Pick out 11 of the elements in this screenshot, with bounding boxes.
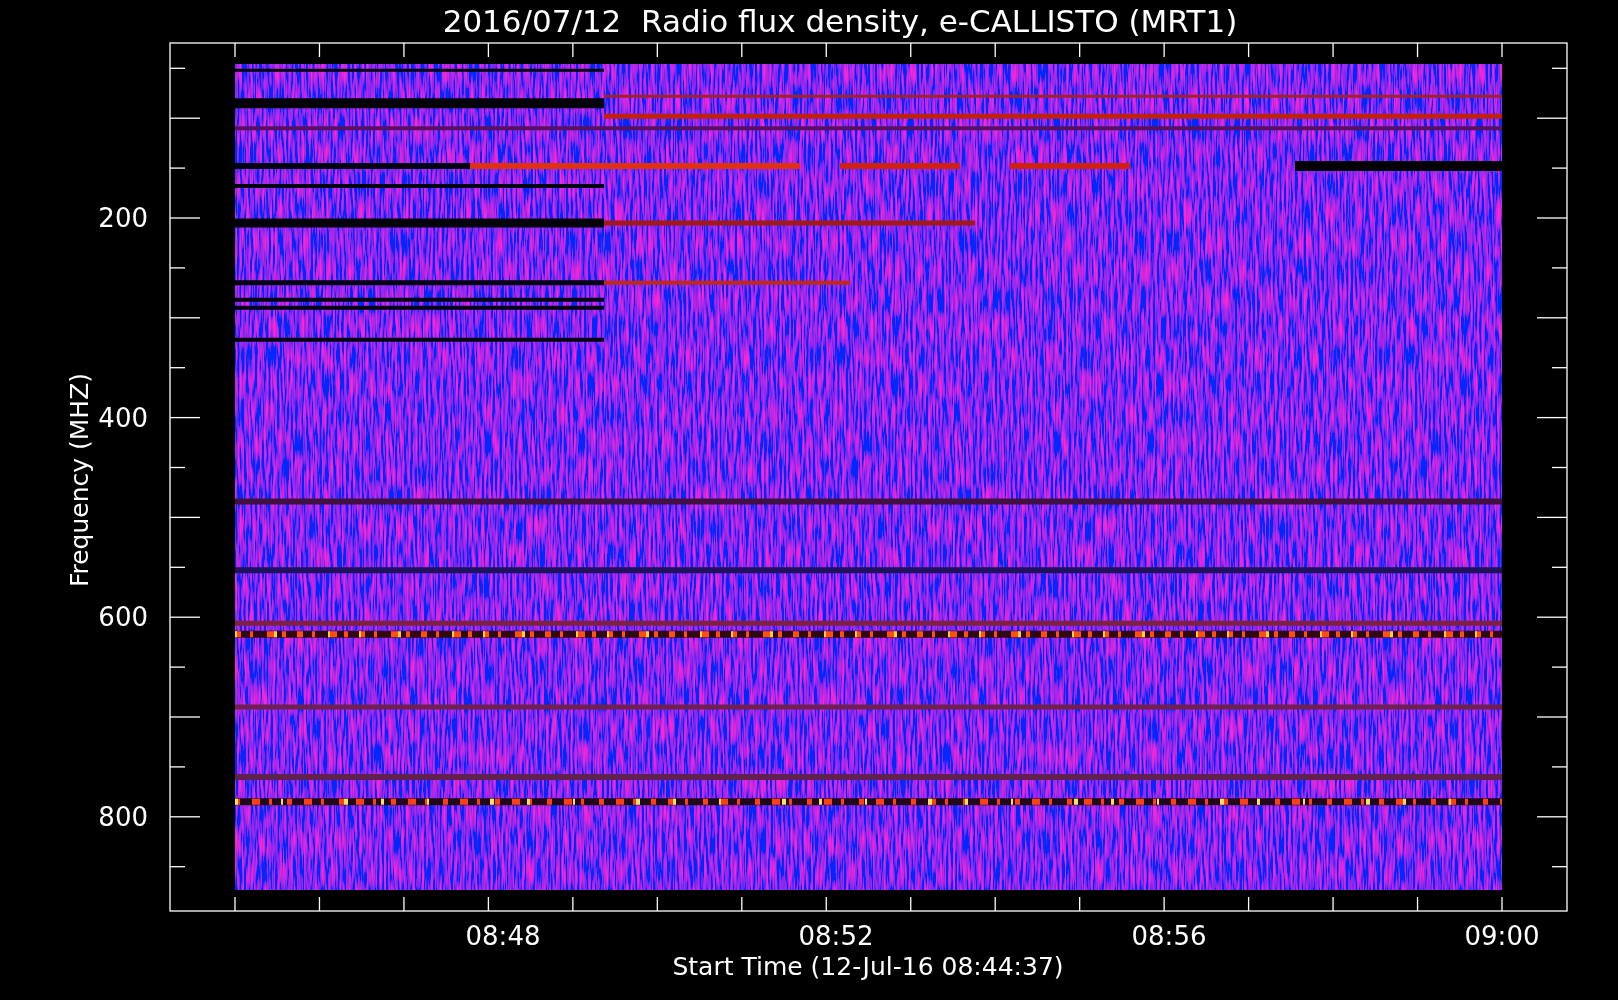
axis-tick-label: 800	[98, 801, 148, 832]
y-axis-label: Frequency (MHZ)	[65, 372, 94, 588]
axis-tick-label: 400	[98, 402, 148, 433]
axis-tick-label: 08:52	[798, 921, 874, 951]
axis-tick-label: 08:56	[1131, 921, 1207, 951]
axis-tick-label: 600	[98, 602, 148, 633]
axis-tick-label: 09:00	[1464, 921, 1540, 951]
x-axis-label: Start Time (12-Jul-16 08:44:37)	[672, 952, 1064, 981]
axis-tick-label: 08:48	[465, 921, 541, 951]
chart-title: 2016/07/12 Radio flux density, e-CALLISTO (MRT1)	[442, 3, 1238, 39]
axis-tick-label: 200	[98, 203, 148, 233]
